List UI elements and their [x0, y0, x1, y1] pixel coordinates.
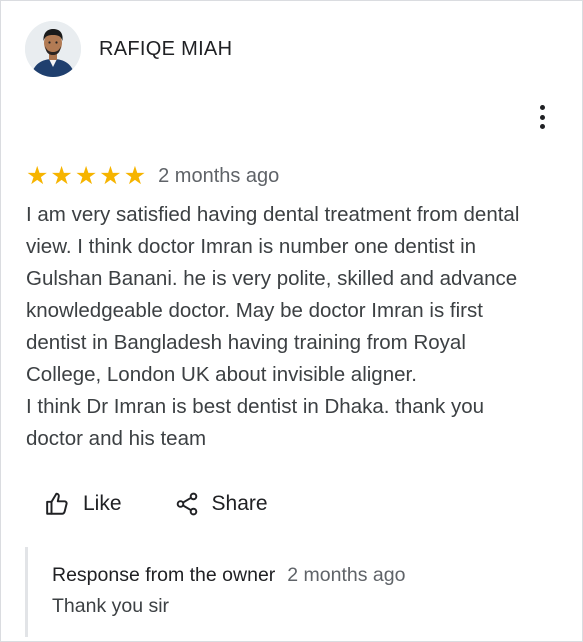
owner-response: Response from the owner 2 months ago Tha…	[25, 547, 573, 637]
share-button[interactable]: Share	[174, 491, 268, 517]
owner-response-text: Thank you sir	[52, 595, 170, 617]
rating-row: ★ ★ ★ ★ ★ 2 months ago	[26, 163, 279, 189]
star-icon: ★	[50, 161, 73, 190]
star-icon: ★	[26, 161, 49, 190]
owner-response-time: 2 months ago	[287, 564, 406, 586]
star-rating: ★ ★ ★ ★ ★	[26, 163, 146, 189]
review-actions: Like Share	[45, 491, 268, 517]
share-label: Share	[211, 492, 268, 515]
more-vert-icon[interactable]	[534, 105, 550, 129]
review-time: 2 months ago	[158, 164, 280, 187]
avatar[interactable]	[25, 21, 81, 77]
avatar-image	[25, 21, 81, 77]
review-card: RAFIQE MIAH ★ ★ ★ ★ ★ 2 months ago I am …	[0, 0, 583, 642]
owner-response-label: Response from the owner	[52, 564, 276, 586]
like-button[interactable]: Like	[45, 491, 122, 517]
menu-dot	[539, 124, 545, 129]
owner-response-header: Response from the owner 2 months ago	[52, 564, 405, 587]
star-icon: ★	[74, 161, 98, 190]
review-text: I am very satisfied having dental treatm…	[26, 203, 520, 450]
star-icon: ★	[123, 161, 147, 190]
reviewer-name[interactable]: RAFIQE MIAH	[99, 38, 232, 61]
share-icon	[176, 492, 197, 516]
like-label: Like	[83, 492, 122, 515]
thumb-up-icon	[46, 492, 68, 515]
star-icon: ★	[99, 161, 122, 190]
menu-dot	[539, 105, 545, 110]
menu-dot	[539, 114, 545, 120]
reviewer-header: RAFIQE MIAH	[25, 21, 232, 77]
